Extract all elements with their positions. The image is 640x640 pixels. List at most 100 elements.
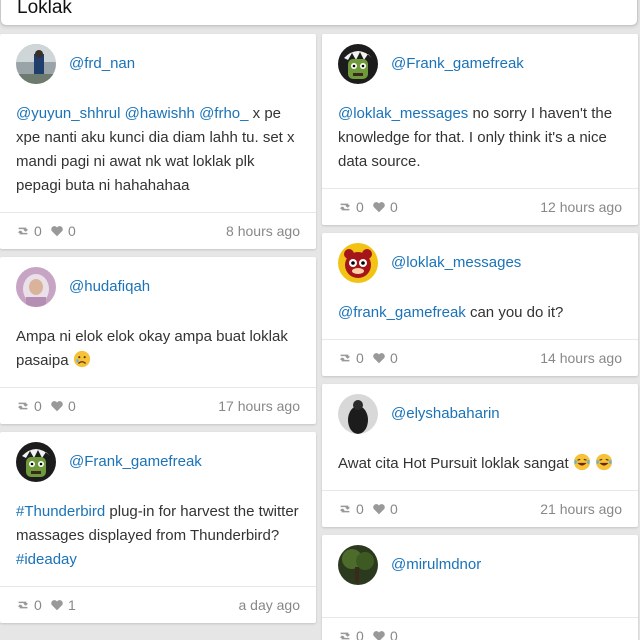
like-count[interactable]: 0: [50, 398, 76, 414]
tweet-text: @yuyun_shhrul @hawishh @frho_ x pe xpe n…: [0, 94, 316, 212]
mention-link[interactable]: @hawishh: [125, 105, 195, 122]
like-count-value: 1: [68, 597, 76, 613]
tweet-header: @frd_nan: [0, 34, 316, 94]
heart-icon: [373, 353, 385, 364]
hashtag-link[interactable]: #ideaday: [16, 551, 77, 568]
right-column: @Frank_gamefreak @loklak_messages no sorr…: [322, 34, 638, 640]
heart-icon: [51, 600, 63, 611]
tweet-text-fragment: Ampa ni elok elok okay ampa buat loklak …: [16, 328, 288, 369]
avatar[interactable]: [338, 394, 378, 434]
retweet-count[interactable]: 0: [338, 199, 364, 215]
tweet-footer: 0 0 12 hours ago: [322, 188, 638, 225]
user-handle-link[interactable]: @mirulmdnor: [391, 556, 481, 573]
retweet-icon: [340, 505, 350, 513]
user-handle-link[interactable]: @loklak_messages: [391, 254, 521, 271]
mention-link[interactable]: @frank_gamefreak: [338, 304, 466, 321]
retweet-count[interactable]: 0: [16, 398, 42, 414]
tweet-header: @elyshabaharin: [322, 384, 638, 444]
tweet-text: Ampa ni elok elok okay ampa buat loklak …: [0, 317, 316, 387]
retweet-count[interactable]: 0: [16, 597, 42, 613]
like-count-value: 0: [390, 350, 398, 366]
user-handle-link[interactable]: @frd_nan: [69, 55, 135, 72]
avatar[interactable]: [16, 44, 56, 84]
tweet-card[interactable]: @hudafiqah Ampa ni elok elok okay ampa bu…: [0, 257, 316, 424]
tweet-timestamp[interactable]: 8 hours ago: [226, 223, 300, 239]
tweet-card[interactable]: @frd_nan @yuyun_shhrul @hawishh @frho_ x …: [0, 34, 316, 249]
mention-link[interactable]: @yuyun_shhrul: [16, 105, 120, 122]
tweet-timestamp[interactable]: 12 hours ago: [540, 199, 622, 215]
tweet-text: [322, 595, 638, 617]
avatar[interactable]: [16, 267, 56, 307]
tweet-timestamp[interactable]: 21 hours ago: [540, 501, 622, 517]
avatar[interactable]: [338, 44, 378, 84]
heart-icon: [373, 504, 385, 515]
retweet-count-value: 0: [356, 628, 364, 640]
tweet-timestamp[interactable]: 14 hours ago: [540, 350, 622, 366]
heart-icon: [373, 631, 385, 640]
tweet-footer: 0 0 8 hours ago: [0, 212, 316, 249]
retweet-count-value: 0: [34, 597, 42, 613]
retweet-count[interactable]: 0: [16, 223, 42, 239]
tweet-card[interactable]: @Frank_gamefreak @loklak_messages no sorr…: [322, 34, 638, 225]
heart-icon: [51, 401, 63, 412]
like-count-value: 0: [390, 628, 398, 640]
retweet-icon: [18, 402, 28, 410]
laughing-emoji: [595, 453, 613, 471]
tweet-text-fragment: can you do it?: [465, 304, 564, 321]
tweet-card[interactable]: @elyshabaharin Awat cita Hot Pursuit lokl…: [322, 384, 638, 527]
like-count-value: 0: [390, 501, 398, 517]
mention-link[interactable]: @frho_: [199, 105, 248, 122]
retweet-count-value: 0: [356, 199, 364, 215]
retweet-count-value: 0: [356, 350, 364, 366]
like-count[interactable]: 0: [372, 350, 398, 366]
tweet-card[interactable]: @Frank_gamefreak #Thunderbird plug-in for…: [0, 432, 316, 623]
tweet-footer: 0 0 21 hours ago: [322, 490, 638, 527]
retweet-count[interactable]: 0: [338, 628, 364, 640]
retweet-icon: [340, 632, 350, 640]
search-bar[interactable]: Loklak: [0, 0, 638, 26]
like-count[interactable]: 0: [372, 628, 398, 640]
like-count-value: 0: [68, 398, 76, 414]
tweet-card[interactable]: @mirulmdnor 0 0: [322, 535, 638, 640]
retweet-icon: [18, 227, 28, 235]
retweet-count-value: 0: [34, 398, 42, 414]
retweet-icon: [340, 354, 350, 362]
user-handle-link[interactable]: @elyshabaharin: [391, 405, 500, 422]
tweet-text: Awat cita Hot Pursuit loklak sangat: [322, 444, 638, 490]
retweet-icon: [18, 601, 28, 609]
like-count-value: 0: [390, 199, 398, 215]
like-count[interactable]: 1: [50, 597, 76, 613]
hashtag-link[interactable]: #Thunderbird: [16, 503, 105, 520]
user-handle-link[interactable]: @hudafiqah: [69, 278, 150, 295]
tweet-timestamp[interactable]: 17 hours ago: [218, 398, 300, 414]
tweet-footer: 00: [322, 617, 638, 640]
avatar[interactable]: [338, 243, 378, 283]
avatar[interactable]: [16, 442, 56, 482]
like-count-value: 0: [68, 223, 76, 239]
like-count[interactable]: 0: [372, 199, 398, 215]
tweet-text: @frank_gamefreak can you do it?: [322, 293, 638, 339]
tweet-footer: 0 0 17 hours ago: [0, 387, 316, 424]
tweet-header: @Frank_gamefreak: [0, 432, 316, 492]
retweet-count-value: 0: [34, 223, 42, 239]
laughing-emoji: [573, 453, 590, 471]
retweet-count-value: 0: [356, 501, 364, 517]
tweet-timestamp[interactable]: a day ago: [239, 597, 301, 613]
like-count[interactable]: 0: [372, 501, 398, 517]
mention-link[interactable]: @loklak_messages: [338, 105, 468, 122]
tweet-header: @mirulmdnor: [322, 535, 638, 595]
retweet-count[interactable]: 0: [338, 350, 364, 366]
tweet-footer: 0 0 14 hours ago: [322, 339, 638, 376]
avatar[interactable]: [338, 545, 378, 585]
heart-icon: [51, 226, 63, 237]
user-handle-link[interactable]: @Frank_gamefreak: [391, 55, 524, 72]
heart-icon: [373, 202, 385, 213]
tweet-text-fragment: Awat cita Hot Pursuit loklak sangat: [338, 455, 573, 472]
like-count[interactable]: 0: [50, 223, 76, 239]
search-input[interactable]: Loklak: [17, 0, 72, 19]
user-handle-link[interactable]: @Frank_gamefreak: [69, 453, 202, 470]
tweet-footer: 0 1 a day ago: [0, 586, 316, 623]
tweet-card[interactable]: @loklak_messages @frank_gamefreak can you…: [322, 233, 638, 376]
retweet-count[interactable]: 0: [338, 501, 364, 517]
tweet-header: @loklak_messages: [322, 233, 638, 293]
